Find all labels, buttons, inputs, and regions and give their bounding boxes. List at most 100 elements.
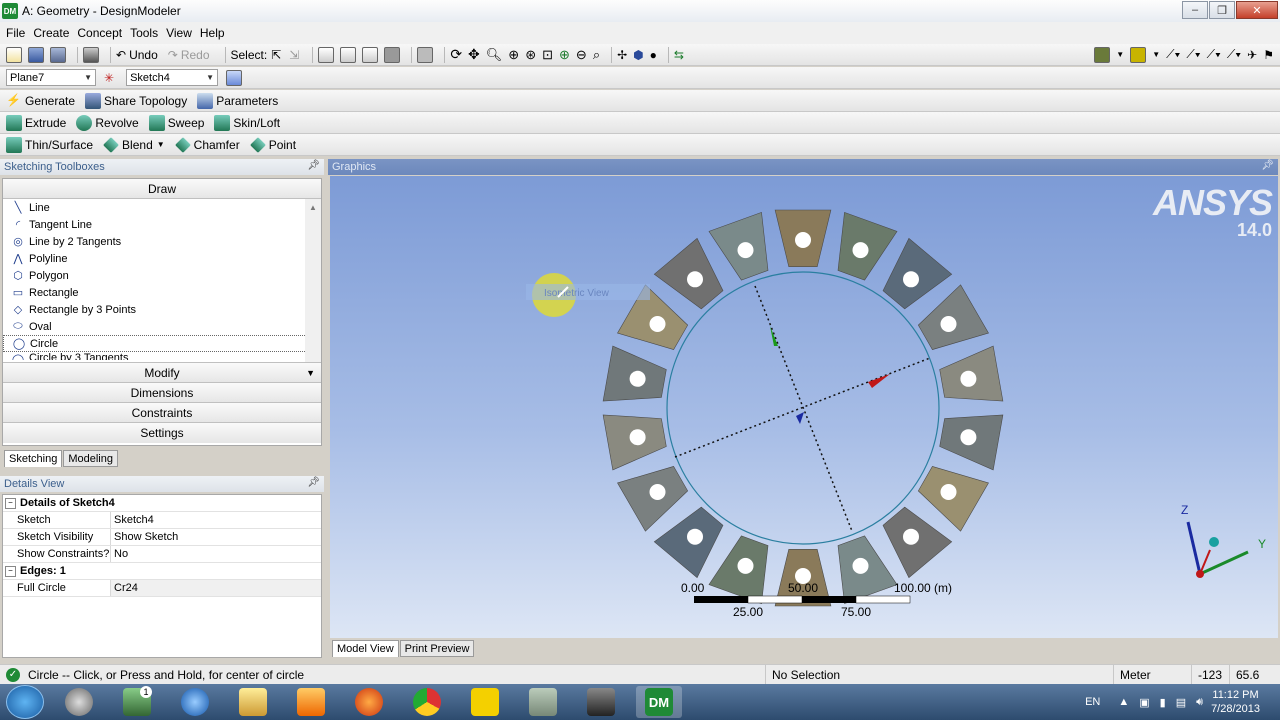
flag-icon[interactable]: ⚑ bbox=[1263, 48, 1274, 62]
taskbar-explorer[interactable] bbox=[230, 686, 276, 718]
zoom-box-icon[interactable]: ⊕ bbox=[508, 47, 519, 63]
share-topology-button[interactable]: Share Topology bbox=[85, 92, 187, 109]
tray-app-icon[interactable]: ▣ bbox=[1139, 696, 1149, 709]
details-group-edges[interactable]: Edges: 1 bbox=[3, 563, 321, 580]
tab-print-preview[interactable]: Print Preview bbox=[399, 640, 475, 657]
generate-button[interactable]: ⚡ Generate bbox=[6, 93, 75, 109]
refresh-view-icon[interactable]: ⇆ bbox=[674, 48, 684, 62]
start-button[interactable] bbox=[6, 685, 44, 719]
status-unit[interactable]: Meter bbox=[1114, 664, 1192, 685]
scroll-up-icon[interactable]: ▲ bbox=[305, 199, 321, 215]
display-edges-dropdown-icon[interactable]: ▼ bbox=[1152, 50, 1160, 59]
minimize-button[interactable]: – bbox=[1182, 1, 1208, 19]
draw-line[interactable]: ╲ Line bbox=[3, 199, 321, 216]
screenshot-icon[interactable] bbox=[83, 46, 99, 63]
revolve-button[interactable]: Revolve bbox=[76, 114, 139, 131]
tab-sketching[interactable]: Sketching bbox=[4, 450, 63, 467]
taskbar-app-map[interactable] bbox=[520, 686, 566, 718]
zoom-fit-icon[interactable]: ⊛ bbox=[525, 47, 536, 63]
draw-circle-by-3-tangents[interactable]: ◯ Circle by 3 Tangents bbox=[3, 352, 321, 360]
tray-expand-icon[interactable]: ▲ bbox=[1118, 696, 1129, 708]
dimensions-group-header[interactable]: Dimensions bbox=[3, 383, 321, 403]
tab-model-view[interactable]: Model View bbox=[332, 640, 399, 657]
details-row-show-constraints[interactable]: Show Constraints? No bbox=[3, 546, 321, 563]
draw-group-header[interactable]: Draw bbox=[3, 179, 321, 199]
blend-button[interactable]: Blend ▼ bbox=[103, 136, 165, 153]
maximize-button[interactable]: ❐ bbox=[1209, 1, 1235, 19]
pin-icon[interactable]: 📌︎ bbox=[1261, 160, 1274, 171]
menu-concept[interactable]: Concept bbox=[77, 26, 122, 40]
display-point-icon[interactable]: ● bbox=[650, 48, 657, 62]
undo-button[interactable]: ↶ Undo bbox=[116, 48, 158, 62]
parameters-button[interactable]: Parameters bbox=[197, 92, 278, 109]
modify-group-header[interactable]: Modify ▼ bbox=[3, 363, 321, 383]
language-indicator[interactable]: EN bbox=[1085, 696, 1100, 708]
select-face-icon[interactable] bbox=[362, 46, 379, 63]
taskbar-app-2[interactable]: 1 bbox=[114, 686, 160, 718]
edge-filter-icon[interactable]: ⟋▾ bbox=[1227, 47, 1241, 62]
point-button[interactable]: Point bbox=[249, 136, 296, 153]
select-mode-icon[interactable]: ⇱ bbox=[271, 48, 281, 62]
new-sketch-icon[interactable] bbox=[226, 69, 243, 86]
zoom-in-icon[interactable]: ⊕ bbox=[559, 47, 570, 63]
display-model-icon[interactable]: ⬢ bbox=[633, 48, 643, 62]
select-vertex-icon[interactable] bbox=[318, 46, 335, 63]
taskbar-app-camera[interactable] bbox=[578, 686, 624, 718]
graphics-viewport[interactable]: ANSYS 14.0 Isometric View 0.00 50.00 100… bbox=[330, 176, 1278, 638]
pin-icon[interactable]: 📌︎ bbox=[307, 160, 320, 171]
draw-polyline[interactable]: ⋀ Polyline bbox=[3, 250, 321, 267]
details-row-full-circle[interactable]: Full Circle Cr24 bbox=[3, 580, 321, 597]
save-as-icon[interactable] bbox=[50, 46, 66, 63]
select-filter-icon[interactable]: ⇲ bbox=[289, 48, 299, 62]
new-plane-icon[interactable]: ✳ bbox=[104, 71, 114, 85]
display-mode-dropdown-icon[interactable]: ▼ bbox=[1116, 50, 1124, 59]
menu-view[interactable]: View bbox=[166, 26, 192, 40]
zoom-window-icon[interactable]: ⊡ bbox=[542, 47, 553, 63]
tab-modeling[interactable]: Modeling bbox=[63, 450, 118, 467]
constraints-group-header[interactable]: Constraints bbox=[3, 403, 321, 423]
pan-icon[interactable]: ✥ bbox=[468, 46, 480, 63]
look-at-icon[interactable]: ✢ bbox=[617, 48, 627, 62]
pin-icon[interactable]: 📌︎ bbox=[307, 477, 320, 488]
edge-selection-icon[interactable]: ⟋▾ bbox=[1166, 47, 1180, 62]
sketch-select[interactable]: Sketch4 ▼ bbox=[126, 69, 219, 86]
display-edges-icon[interactable] bbox=[1130, 46, 1147, 63]
draw-circle[interactable]: ◯ Circle bbox=[3, 335, 321, 352]
edge-direction-icon[interactable]: ⟋▾ bbox=[1186, 47, 1200, 62]
battery-icon[interactable]: ▮ bbox=[1160, 696, 1166, 709]
details-row-sketch[interactable]: Sketch Sketch4 bbox=[3, 512, 321, 529]
rotate-icon[interactable]: ⟳ bbox=[450, 46, 462, 63]
chamfer-button[interactable]: Chamfer bbox=[174, 136, 240, 153]
draw-tangent-line[interactable]: ◜ Tangent Line bbox=[3, 216, 321, 233]
taskbar-app-1[interactable] bbox=[56, 686, 102, 718]
draw-rectangle-by-3-points[interactable]: ◇ Rectangle by 3 Points bbox=[3, 301, 321, 318]
display-mode-icon[interactable] bbox=[1094, 46, 1111, 63]
taskbar-app-a[interactable] bbox=[462, 686, 508, 718]
taskbar-internet-explorer[interactable] bbox=[172, 686, 218, 718]
network-icon[interactable]: ▤ bbox=[1176, 696, 1186, 709]
vertex-filter-icon[interactable]: ⟋▾ bbox=[1207, 47, 1221, 62]
draw-line-by-2-tangents[interactable]: ◎ Line by 2 Tangents bbox=[3, 233, 321, 250]
volume-icon[interactable]: 🔊︎ bbox=[1196, 696, 1203, 709]
extrude-button[interactable]: Extrude bbox=[6, 114, 66, 131]
extend-selection-icon[interactable] bbox=[417, 46, 434, 63]
draw-polygon[interactable]: ⬡ Polygon bbox=[3, 267, 321, 284]
details-row-sketch-visibility[interactable]: Sketch Visibility Show Sketch bbox=[3, 529, 321, 546]
pin-tool-icon[interactable]: ✈ bbox=[1247, 48, 1257, 62]
sweep-button[interactable]: Sweep bbox=[148, 114, 204, 131]
redo-button[interactable]: ↷ Redo bbox=[168, 48, 210, 62]
menu-file[interactable]: File bbox=[6, 26, 25, 40]
taskbar-designmodeler[interactable]: DM bbox=[636, 686, 682, 718]
select-edge-icon[interactable] bbox=[340, 46, 357, 63]
close-button[interactable]: ✕ bbox=[1236, 1, 1278, 19]
draw-oval[interactable]: ⬭ Oval bbox=[3, 318, 321, 335]
draw-rectangle[interactable]: ▭ Rectangle bbox=[3, 284, 321, 301]
menu-help[interactable]: Help bbox=[200, 26, 225, 40]
zoom-icon[interactable]: 🔍︎ bbox=[486, 47, 503, 63]
taskbar-firefox[interactable] bbox=[346, 686, 392, 718]
plane-select[interactable]: Plane7 ▼ bbox=[6, 69, 96, 86]
magnifier-icon[interactable]: ⌕ bbox=[593, 47, 600, 63]
settings-group-header[interactable]: Settings bbox=[3, 423, 321, 443]
skin-loft-button[interactable]: Skin/Loft bbox=[214, 114, 280, 131]
zoom-out-icon[interactable]: ⊖ bbox=[576, 47, 587, 63]
